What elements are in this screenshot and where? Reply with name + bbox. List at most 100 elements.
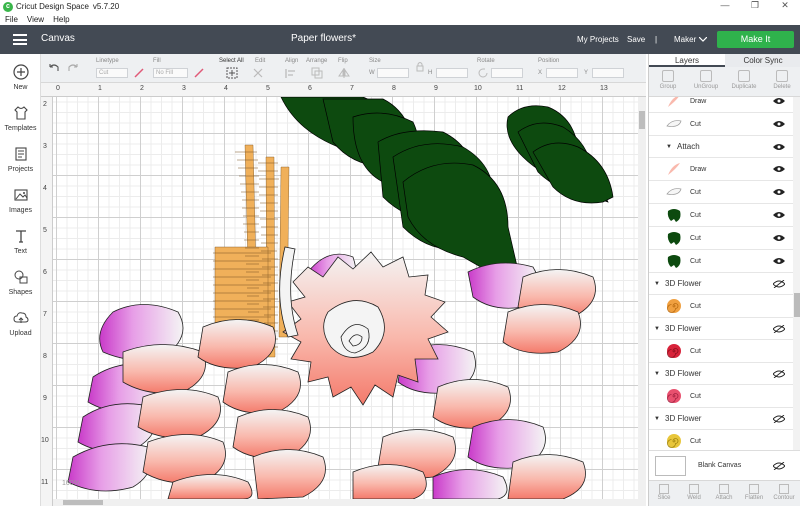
scroll-thumb[interactable] xyxy=(794,293,800,317)
menu-bar: File View Help xyxy=(0,13,800,25)
ruler-h-tick: 8 xyxy=(392,85,396,92)
caret-down-icon[interactable]: ▼ xyxy=(654,416,660,422)
leaf-layer-thumbnail xyxy=(667,255,681,268)
ungroup-button[interactable]: UnGroup xyxy=(687,70,725,90)
scroll-thumb[interactable] xyxy=(639,111,645,129)
fill-select[interactable]: No Fill xyxy=(153,68,188,78)
undo-icon[interactable] xyxy=(48,62,60,74)
x-input[interactable] xyxy=(546,68,578,78)
height-input[interactable] xyxy=(436,68,468,78)
eye-hidden-icon[interactable] xyxy=(773,325,785,333)
group-label: 3D Flower xyxy=(665,369,702,378)
eye-icon[interactable] xyxy=(773,234,785,242)
text-tool[interactable]: Text xyxy=(0,228,41,255)
duplicate-button[interactable]: Duplicate xyxy=(725,70,763,90)
select-all-icon[interactable] xyxy=(226,67,238,79)
caret-down-icon[interactable]: ▼ xyxy=(654,281,660,287)
group-label: 3D Flower xyxy=(665,279,702,288)
lock-icon[interactable] xyxy=(414,60,426,72)
canvas-vertical-scrollbar[interactable] xyxy=(638,97,646,499)
layer-row[interactable]: Cut xyxy=(649,113,793,136)
fill-color-icon[interactable] xyxy=(193,67,205,79)
my-projects-link[interactable]: My Projects xyxy=(577,35,619,44)
flower-group-row[interactable]: ▼ 3D Flower xyxy=(649,408,793,430)
width-input[interactable] xyxy=(377,68,409,78)
y-input[interactable] xyxy=(592,68,624,78)
scroll-thumb[interactable] xyxy=(63,500,103,505)
flower-group-row[interactable]: ▼ 3D Flower xyxy=(649,273,793,295)
menu-help[interactable]: Help xyxy=(53,15,69,24)
make-it-button[interactable]: Make It xyxy=(717,31,794,48)
linetype-color-icon[interactable] xyxy=(133,67,145,79)
close-window-button[interactable]: ✕ xyxy=(770,0,800,11)
edit-icon[interactable] xyxy=(252,67,264,79)
group-button[interactable]: Group xyxy=(649,70,687,90)
rotate-input[interactable] xyxy=(491,68,523,78)
flower-group-row[interactable]: ▼ 3D Flower xyxy=(649,318,793,340)
linetype-select[interactable]: Cut xyxy=(96,68,128,78)
layer-row[interactable]: Cut xyxy=(649,340,793,363)
save-link[interactable]: Save xyxy=(627,35,645,44)
flatten-button[interactable]: Flatten xyxy=(739,484,769,501)
layer-row[interactable]: Cut xyxy=(649,204,793,227)
layer-row[interactable]: Cut xyxy=(649,430,793,450)
projects-tool[interactable]: Projects xyxy=(0,146,41,173)
design-canvas[interactable] xyxy=(53,97,638,499)
tab-color-sync[interactable]: Color Sync xyxy=(725,54,800,67)
text-tool-label: Text xyxy=(14,248,27,255)
eye-hidden-icon[interactable] xyxy=(773,462,785,470)
layer-row[interactable]: Cut xyxy=(649,227,793,250)
eye-icon[interactable] xyxy=(773,97,785,105)
eye-icon[interactable] xyxy=(773,257,785,265)
hamburger-menu-icon[interactable] xyxy=(13,34,27,45)
arrange-icon[interactable] xyxy=(311,67,323,79)
layer-row[interactable]: Cut xyxy=(649,181,793,204)
contour-button[interactable]: Contour xyxy=(769,484,799,501)
align-icon[interactable] xyxy=(285,67,297,79)
canvas-horizontal-scrollbar[interactable] xyxy=(53,499,646,506)
eye-hidden-icon[interactable] xyxy=(773,370,785,378)
layer-row[interactable]: Cut xyxy=(649,250,793,273)
upload-tool[interactable]: Upload xyxy=(0,310,41,337)
project-title[interactable]: Paper flowers* xyxy=(291,33,356,44)
eye-icon[interactable] xyxy=(773,211,785,219)
flip-icon[interactable] xyxy=(338,67,350,79)
redo-icon[interactable] xyxy=(67,62,79,74)
canvas-color-swatch[interactable] xyxy=(655,456,686,476)
eye-icon[interactable] xyxy=(773,120,785,128)
delete-button[interactable]: Delete xyxy=(763,70,800,90)
layer-row[interactable]: Cut xyxy=(649,385,793,408)
layer-actions-bar: Slice Weld Attach Flatten Contour xyxy=(649,480,800,506)
eye-hidden-icon[interactable] xyxy=(773,415,785,423)
menu-file[interactable]: File xyxy=(5,15,18,24)
slice-button[interactable]: Slice xyxy=(649,484,679,501)
flower-group-row[interactable]: ▼ 3D Flower xyxy=(649,363,793,385)
machine-selector[interactable]: Maker xyxy=(674,35,696,44)
minimize-button[interactable]: — xyxy=(710,0,740,11)
chevron-down-icon[interactable] xyxy=(699,37,707,42)
eye-hidden-icon[interactable] xyxy=(773,280,785,288)
images-tool[interactable]: Images xyxy=(0,187,41,214)
weld-button[interactable]: Weld xyxy=(679,484,709,501)
layers-scrollbar[interactable] xyxy=(793,97,800,450)
caret-down-icon[interactable]: ▼ xyxy=(666,144,672,150)
zoom-level[interactable]: 100% xyxy=(62,480,80,487)
tab-layers[interactable]: Layers xyxy=(649,54,725,67)
attach-group-row[interactable]: ▼ Attach xyxy=(649,136,793,158)
layer-row[interactable]: Draw xyxy=(649,97,793,113)
shapes-tool[interactable]: Shapes xyxy=(0,269,41,296)
blank-canvas-row[interactable]: Blank Canvas xyxy=(649,450,800,480)
menu-view[interactable]: View xyxy=(27,15,44,24)
caret-down-icon[interactable]: ▼ xyxy=(654,326,660,332)
templates-tool[interactable]: Templates xyxy=(0,105,41,132)
new-tool[interactable]: New xyxy=(0,64,41,91)
eye-icon[interactable] xyxy=(773,188,785,196)
eye-icon[interactable] xyxy=(773,143,785,151)
caret-down-icon[interactable]: ▼ xyxy=(654,371,660,377)
maximize-button[interactable]: ❐ xyxy=(740,0,770,11)
layer-row[interactable]: Cut xyxy=(649,295,793,318)
layer-row[interactable]: Draw xyxy=(649,158,793,181)
eye-icon[interactable] xyxy=(773,165,785,173)
attach-button[interactable]: Attach xyxy=(709,484,739,501)
rotate-icon[interactable] xyxy=(477,67,489,79)
